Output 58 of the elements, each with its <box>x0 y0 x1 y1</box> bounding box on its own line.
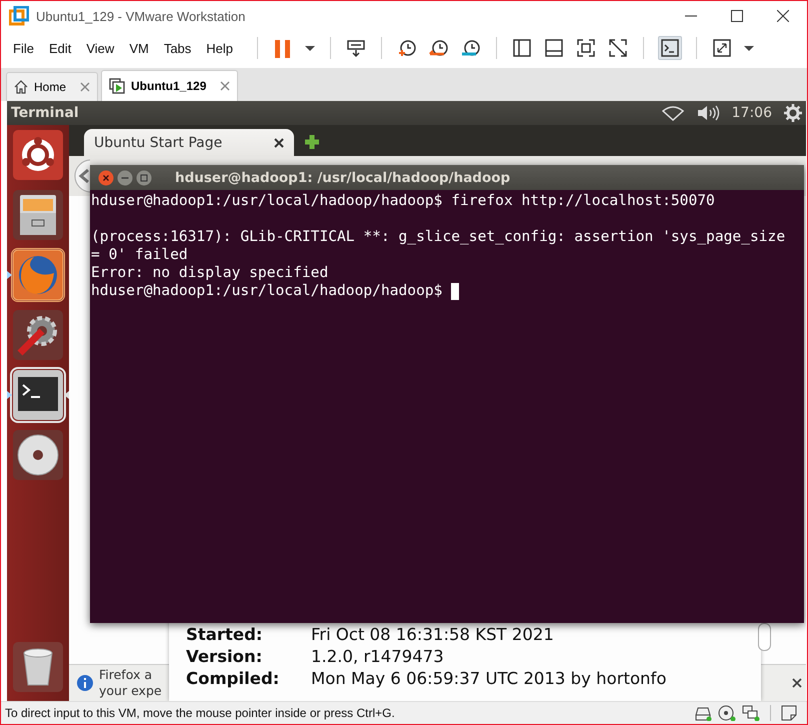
tab[interactable]: Home <box>6 72 98 101</box>
clock[interactable]: 17:06 <box>732 105 772 121</box>
wifi-icon[interactable] <box>662 105 684 121</box>
field-value: 1.2.0, r1479473 <box>311 646 445 668</box>
fullscreen-icon[interactable] <box>711 37 734 59</box>
close-icon[interactable] <box>792 678 802 688</box>
no-stretch-icon[interactable] <box>607 37 630 59</box>
ubuntu-logo-icon[interactable] <box>12 129 64 181</box>
menu-item[interactable]: Tabs <box>164 40 192 56</box>
note-icon[interactable] <box>781 705 797 721</box>
menu-item[interactable]: File <box>13 40 34 56</box>
close-icon[interactable] <box>274 138 284 148</box>
window-title: hduser@hadoop1: /usr/local/hadoop/hadoop <box>175 170 510 186</box>
home-icon <box>14 80 28 94</box>
tab-label: Ubuntu1_129 <box>131 79 206 93</box>
terminal-line: hduser@hadoop1:/usr/local/hadoop/hadoop$ firefox http://localhost:50070 <box>91 192 715 210</box>
scrollbar-thumb[interactable] <box>758 623 771 651</box>
sidebar-view-icon[interactable] <box>511 37 534 59</box>
menu-item[interactable]: Help <box>206 40 234 56</box>
field-label: Started: <box>186 624 264 646</box>
tab[interactable]: Ubuntu1_129 <box>101 70 238 101</box>
notification-text: your expe <box>99 683 162 699</box>
tab-label: Home <box>34 80 66 94</box>
field-label: Compiled: <box>186 668 280 690</box>
console-icon[interactable] <box>658 36 682 60</box>
terminal-line: hduser@hadoop1:/usr/local/hadoop/hadoop$ <box>91 282 442 300</box>
file-cabinet-icon[interactable] <box>12 189 64 241</box>
field-value: Fri Oct 08 16:31:58 KST 2021 <box>311 624 555 646</box>
volume-icon[interactable] <box>696 105 720 121</box>
menu-item[interactable]: View <box>86 40 114 56</box>
field-label: Version: <box>186 646 264 668</box>
terminal-line: = 0' failed <box>91 246 188 264</box>
network-icon[interactable] <box>742 705 760 721</box>
trash-icon[interactable] <box>12 641 64 693</box>
panel-app-name: Terminal <box>11 105 79 121</box>
wrench-gear-icon[interactable] <box>12 309 64 361</box>
notification-text: Firefox a <box>99 667 154 683</box>
new-tab-icon[interactable] <box>304 134 320 150</box>
window-title: Ubuntu1_129 - VMware Workstation <box>36 8 246 24</box>
gear-icon[interactable] <box>784 104 802 122</box>
menu-item[interactable]: VM <box>129 40 149 56</box>
menu-item[interactable]: Edit <box>48 40 72 56</box>
terminal-line: (process:16317): GLib-CRITICAL **: g_slice_set_config: assertion 'sys_page_size <box>91 228 786 246</box>
fit-screen-icon[interactable] <box>575 37 598 59</box>
status-text: To direct input to this VM, move the mouse pointer inside or press Ctrl+G. <box>5 706 395 720</box>
field-value: Mon May 6 06:59:37 UTC 2013 by hortonfo <box>311 668 668 690</box>
info-icon <box>77 675 93 691</box>
terminal-icon[interactable] <box>12 369 64 421</box>
bottom-panel-icon[interactable] <box>543 37 566 59</box>
text-cursor <box>451 282 460 300</box>
cd-icon[interactable] <box>718 705 736 721</box>
firefox-icon[interactable] <box>12 249 64 301</box>
browser-tab[interactable]: Ubuntu Start Page <box>84 129 294 156</box>
terminal-line: Error: no display specified <box>91 264 328 282</box>
app-logo-icon <box>9 6 29 26</box>
maximize-icon[interactable] <box>731 10 743 22</box>
vm-icon <box>109 78 126 94</box>
close-icon[interactable] <box>777 10 789 22</box>
